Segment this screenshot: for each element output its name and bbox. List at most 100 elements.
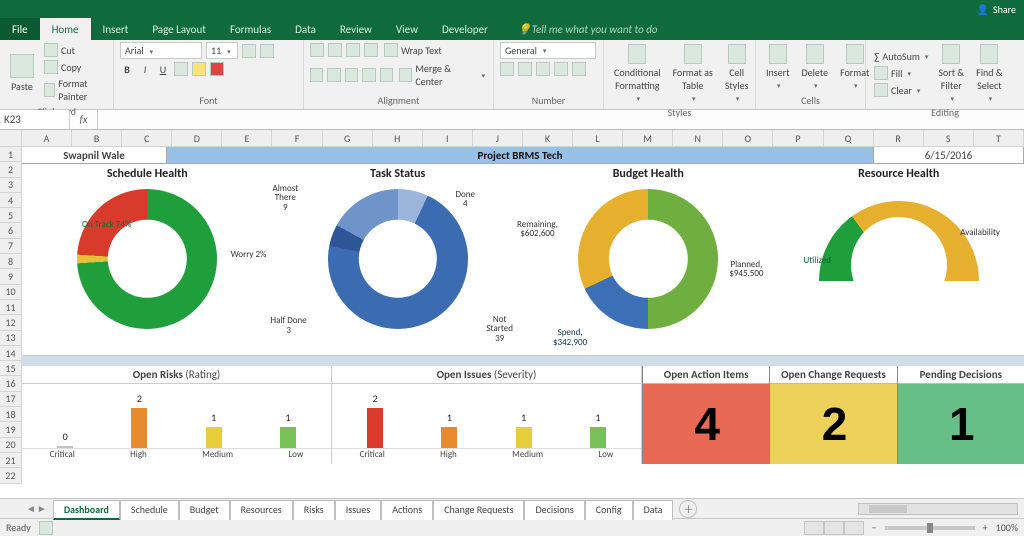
delete-cells-button[interactable]: Delete — [798, 42, 833, 92]
sheet-tab-issues[interactable]: Issues — [335, 500, 381, 520]
row-header[interactable]: 7 — [0, 239, 22, 254]
tell-me-search[interactable]: 💡 Tell me what you want to do — [506, 18, 670, 40]
column-header[interactable]: E — [222, 130, 272, 147]
autosum-button[interactable]: ∑AutoSum — [872, 49, 930, 64]
column-header[interactable]: B — [72, 130, 122, 147]
column-header[interactable]: M — [623, 130, 673, 147]
increase-font-icon[interactable] — [242, 44, 256, 58]
sheet-tab-risks[interactable]: Risks — [293, 500, 335, 520]
row-header[interactable]: 5 — [0, 208, 22, 223]
decrease-font-icon[interactable] — [260, 44, 274, 58]
sheet-tab-budget[interactable]: Budget — [179, 500, 230, 520]
sheet-tab-change-requests[interactable]: Change Requests — [433, 500, 524, 520]
column-header[interactable]: G — [323, 130, 373, 147]
tab-review[interactable]: Review — [328, 18, 384, 40]
row-header[interactable]: 18 — [0, 407, 22, 422]
percent-icon[interactable] — [518, 62, 532, 76]
column-header[interactable]: S — [924, 130, 974, 147]
italic-button[interactable]: I — [138, 63, 152, 76]
font-family-select[interactable]: Arial — [120, 42, 202, 59]
row-header[interactable]: 4 — [0, 193, 22, 208]
tab-formulas[interactable]: Formulas — [218, 18, 283, 40]
sort-filter-button[interactable]: Sort & Filter — [934, 42, 968, 105]
tab-developer[interactable]: Developer — [430, 18, 500, 40]
align-bottom-icon[interactable] — [346, 43, 360, 57]
clear-button[interactable]: Clear — [872, 82, 930, 98]
cell-styles-button[interactable]: Cell Styles — [721, 42, 753, 105]
sheet-tab-data[interactable]: Data — [633, 500, 674, 520]
row-header[interactable]: 13 — [0, 331, 22, 346]
fill-color-icon[interactable] — [192, 62, 206, 76]
font-size-select[interactable]: 11 — [206, 42, 238, 59]
share-button[interactable]: 👤 Share — [977, 3, 1016, 16]
align-left-icon[interactable] — [310, 68, 323, 82]
row-header[interactable]: 2 — [0, 162, 22, 177]
sheet-tab-decisions[interactable]: Decisions — [524, 500, 584, 520]
column-header[interactable]: C — [122, 130, 172, 147]
fill-button[interactable]: Fill — [872, 65, 930, 81]
conditional-formatting-button[interactable]: Conditional Formatting — [610, 42, 665, 105]
column-header[interactable]: D — [172, 130, 222, 147]
tab-page-layout[interactable]: Page Layout — [140, 18, 218, 40]
row-header[interactable]: 11 — [0, 300, 22, 315]
find-select-button[interactable]: Find & Select — [972, 42, 1006, 105]
row-header[interactable]: 17 — [0, 392, 22, 407]
wrap-text-button[interactable]: Wrap Text — [382, 42, 444, 58]
sheet-tab-dashboard[interactable]: Dashboard — [53, 500, 120, 520]
sheet-tab-resources[interactable]: Resources — [230, 500, 293, 520]
column-header[interactable]: T — [974, 130, 1024, 147]
column-header[interactable]: K — [523, 130, 573, 147]
horizontal-scrollbar[interactable] — [858, 503, 1018, 515]
increase-decimal-icon[interactable] — [554, 62, 568, 76]
zoom-slider[interactable] — [885, 526, 975, 530]
indent-decrease-icon[interactable] — [362, 68, 375, 82]
row-header[interactable]: 19 — [0, 422, 22, 437]
column-header[interactable]: N — [673, 130, 723, 147]
border-icon[interactable] — [174, 62, 188, 76]
column-header[interactable]: L — [573, 130, 623, 147]
column-header[interactable]: Q — [824, 130, 874, 147]
row-header[interactable]: 14 — [0, 346, 22, 361]
column-header[interactable]: O — [723, 130, 773, 147]
row-header[interactable]: 15 — [0, 361, 22, 376]
column-header[interactable]: R — [874, 130, 924, 147]
grid-body[interactable]: Swapnil Wale Project BRMS Tech 6/15/2016… — [22, 147, 1024, 481]
format-painter-button[interactable]: Format Painter — [42, 76, 107, 104]
paste-button[interactable]: Paste — [6, 52, 38, 95]
macro-record-icon[interactable] — [39, 521, 53, 535]
row-header[interactable]: 9 — [0, 269, 22, 284]
font-color-icon[interactable] — [210, 62, 224, 76]
sheet-tab-schedule[interactable]: Schedule — [120, 500, 179, 520]
align-top-icon[interactable] — [310, 43, 324, 57]
view-page-layout-icon[interactable] — [824, 521, 844, 535]
format-as-table-button[interactable]: Format as Table — [669, 42, 717, 105]
number-format-select[interactable]: General — [500, 42, 596, 59]
indent-increase-icon[interactable] — [380, 68, 393, 82]
orientation-icon[interactable] — [364, 43, 378, 57]
underline-button[interactable]: U — [156, 63, 170, 76]
tab-view[interactable]: View — [384, 18, 430, 40]
view-normal-icon[interactable] — [804, 521, 824, 535]
decrease-decimal-icon[interactable] — [572, 62, 586, 76]
column-header[interactable]: H — [373, 130, 423, 147]
currency-icon[interactable] — [500, 62, 514, 76]
row-header[interactable]: 16 — [0, 376, 22, 391]
tab-data[interactable]: Data — [283, 18, 328, 40]
row-header[interactable]: 12 — [0, 315, 22, 330]
sheet-tab-config[interactable]: Config — [585, 500, 633, 520]
fx-icon[interactable]: fx — [70, 110, 98, 129]
align-center-icon[interactable] — [327, 68, 340, 82]
row-header[interactable]: 21 — [0, 453, 22, 468]
select-all-cell[interactable] — [0, 130, 22, 147]
zoom-out-icon[interactable]: − — [872, 521, 877, 534]
tab-insert[interactable]: Insert — [91, 18, 141, 40]
bold-button[interactable]: B — [120, 63, 134, 76]
row-header[interactable]: 1 — [0, 147, 22, 162]
column-header[interactable]: A — [22, 130, 72, 147]
zoom-in-icon[interactable]: + — [983, 521, 988, 534]
sheet-nav-prev-icon[interactable]: ◄ — [26, 502, 36, 515]
view-page-break-icon[interactable] — [844, 521, 864, 535]
column-header[interactable]: J — [473, 130, 523, 147]
name-box[interactable]: K23 — [0, 110, 70, 129]
insert-cells-button[interactable]: Insert — [762, 42, 794, 92]
